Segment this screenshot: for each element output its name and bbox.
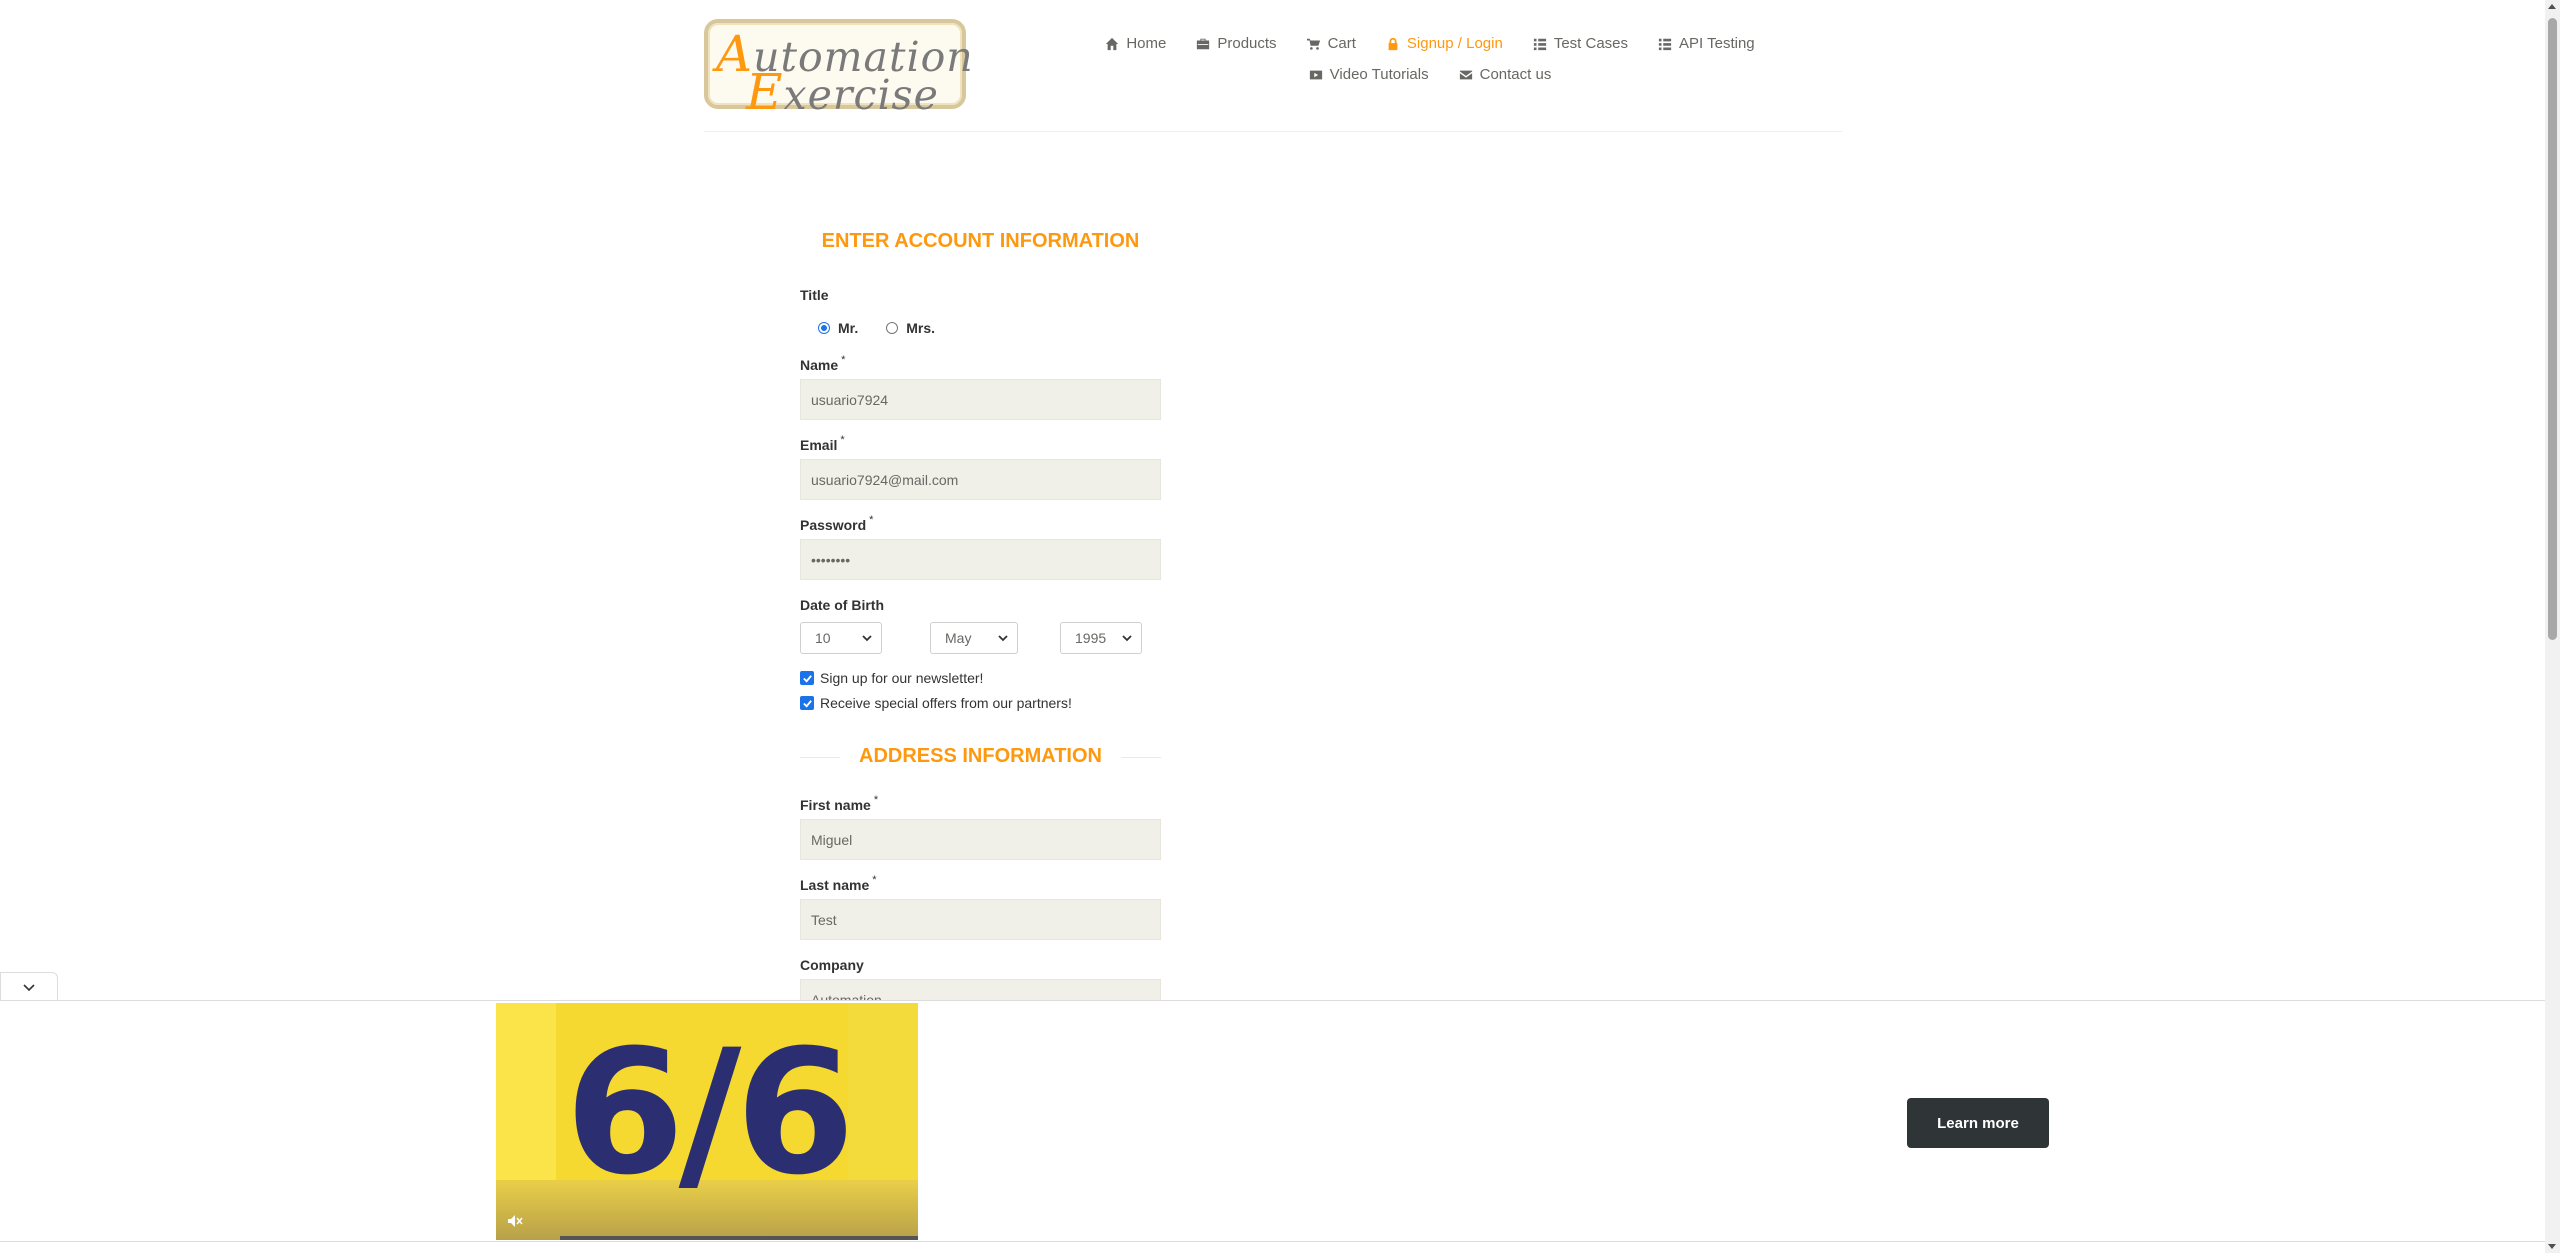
envelope-icon — [1459, 70, 1472, 79]
name-input[interactable] — [800, 379, 1161, 420]
name-label: Name * — [800, 354, 846, 373]
title-radio-group: Mr. Mrs. — [818, 320, 935, 336]
first-name-label: First name * — [800, 794, 879, 813]
main-nav: Home Products Cart Signup / Login Test C… — [1100, 28, 1760, 90]
account-info-heading: ENTER ACCOUNT INFORMATION — [821, 230, 1140, 252]
lock-icon — [1388, 37, 1398, 50]
company-label: Company — [800, 957, 864, 973]
radio-unselected-icon[interactable] — [886, 322, 899, 334]
checkmark-icon — [802, 674, 812, 683]
home-icon — [1106, 37, 1119, 50]
chevron-down-icon — [862, 635, 872, 642]
nav-api-testing[interactable]: API Testing — [1658, 35, 1755, 52]
title-label: Title — [800, 287, 829, 303]
title-mr-radio[interactable]: Mr. — [818, 320, 858, 336]
chevron-down-icon — [998, 635, 1008, 642]
offers-option[interactable]: Receive special offers from our partners… — [800, 695, 1072, 711]
dob-label: Date of Birth — [800, 597, 884, 613]
products-icon — [1197, 38, 1210, 49]
ad-banner: 6/6 Learn more — [0, 1000, 2545, 1242]
newsletter-checkbox[interactable] — [800, 671, 814, 685]
title-mrs-radio[interactable]: Mrs. — [886, 320, 935, 336]
last-name-label: Last name * — [800, 874, 877, 893]
nav-signup-login[interactable]: Signup / Login — [1386, 35, 1503, 52]
automation-exercise-logo[interactable]: Automation Exercise — [704, 19, 973, 121]
dob-year-select[interactable]: 1995 — [1060, 622, 1142, 654]
learn-more-button[interactable]: Learn more — [1907, 1098, 2049, 1148]
radio-selected-icon[interactable] — [818, 322, 830, 334]
site-header: Automation Exercise Home Products Cart S… — [0, 0, 2545, 135]
nav-row-1: Home Products Cart Signup / Login Test C… — [1100, 28, 1760, 59]
ad-collapse-toggle[interactable] — [0, 972, 58, 1000]
email-label: Email * — [800, 434, 845, 453]
password-input[interactable] — [800, 539, 1161, 580]
password-label: Password * — [800, 514, 874, 533]
nav-contact-us[interactable]: Contact us — [1459, 66, 1551, 83]
email-input[interactable] — [800, 459, 1161, 500]
scroll-up-arrow-icon[interactable] — [2548, 4, 2556, 9]
dob-month-select[interactable]: May — [930, 622, 1018, 654]
scrollbar-thumb[interactable] — [2548, 18, 2557, 640]
video-progress-bar[interactable] — [560, 1236, 918, 1240]
list-icon — [1533, 38, 1546, 50]
nav-products[interactable]: Products — [1196, 35, 1277, 52]
nav-row-2: Video Tutorials Contact us — [1100, 59, 1760, 90]
nav-home[interactable]: Home — [1105, 35, 1166, 52]
nav-cart[interactable]: Cart — [1306, 35, 1356, 52]
last-name-input[interactable] — [800, 899, 1161, 940]
first-name-input[interactable] — [800, 819, 1161, 860]
youtube-icon — [1309, 70, 1322, 79]
chevron-down-icon — [1122, 635, 1132, 642]
newsletter-option[interactable]: Sign up for our newsletter! — [800, 670, 983, 686]
checkmark-icon — [802, 699, 812, 708]
scroll-down-arrow-icon[interactable] — [2548, 1244, 2556, 1249]
address-info-heading: ADDRESS INFORMATION — [800, 745, 1161, 769]
header-divider — [704, 131, 1842, 132]
offers-checkbox[interactable] — [800, 696, 814, 710]
list-icon — [1658, 38, 1672, 50]
dob-day-select[interactable]: 10 — [800, 622, 882, 654]
mute-icon[interactable] — [506, 1212, 524, 1230]
ad-video[interactable]: 6/6 — [496, 1003, 918, 1240]
nav-video-tutorials[interactable]: Video Tutorials — [1309, 66, 1429, 83]
cart-icon — [1306, 38, 1320, 50]
chevron-down-icon — [23, 983, 35, 991]
nav-test-cases[interactable]: Test Cases — [1533, 35, 1628, 52]
ad-video-headline: 6/6 — [564, 1012, 855, 1213]
page-scrollbar[interactable] — [2545, 0, 2560, 1253]
